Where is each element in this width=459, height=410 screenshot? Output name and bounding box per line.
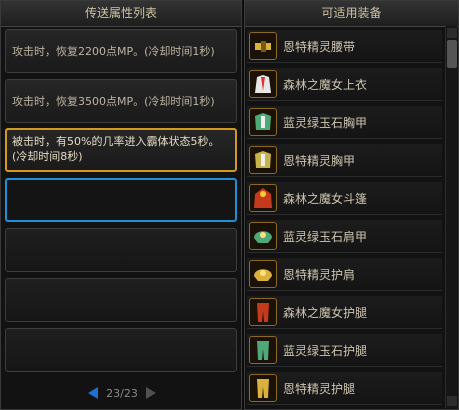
enchant-attribute-panel: 传送属性列表 攻击时，恢复2200点MP。(冷却时间1秒) 攻击时，恢复3500…: [0, 0, 242, 410]
next-page-arrow-icon[interactable]: [145, 387, 156, 399]
chest-armor-icon: [249, 108, 277, 136]
equipment-item[interactable]: 森林之魔女护腿: [247, 296, 442, 329]
equipment-item[interactable]: 恩特精灵护肩: [247, 258, 442, 291]
attribute-slot-4-focused[interactable]: [5, 178, 237, 222]
legs-icon: [249, 298, 277, 326]
attribute-text: 攻击时，恢复2200点MP。(冷却时间1秒): [12, 44, 215, 58]
attribute-text: 被击时，有50%的几率进入霸体状态5秒。(冷却时间8秒): [12, 135, 220, 163]
attribute-slot-5[interactable]: [5, 228, 237, 272]
attribute-slot-7[interactable]: [5, 328, 237, 372]
belt-icon: [249, 32, 277, 60]
equipment-item[interactable]: 恩特精灵胸甲: [247, 144, 442, 177]
scroll-up-icon[interactable]: [447, 28, 457, 38]
cloak-icon: [249, 184, 277, 212]
robe-icon: [249, 70, 277, 98]
chest-armor-icon: [249, 146, 277, 174]
scroll-thumb[interactable]: [447, 40, 457, 68]
equipment-item[interactable]: 恩特精灵护腿: [247, 372, 442, 405]
shoulder-icon: [249, 222, 277, 250]
equipment-name: 恩特精灵护肩: [283, 267, 356, 282]
shoulder-icon: [249, 260, 277, 288]
equipment-name: 恩特精灵腰带: [283, 39, 356, 54]
attribute-slot-6[interactable]: [5, 278, 237, 322]
attribute-slot-2[interactable]: 攻击时，恢复3500点MP。(冷却时间1秒): [5, 79, 237, 123]
equipment-item[interactable]: 森林之魔女上衣: [247, 68, 442, 101]
equipment-name: 蓝灵绿玉石胸甲: [283, 115, 368, 130]
equipment-name: 恩特精灵胸甲: [283, 153, 356, 168]
equipment-item[interactable]: 蓝灵绿玉石护腿: [247, 334, 442, 367]
attribute-text: 攻击时，恢复3500点MP。(冷却时间1秒): [12, 94, 215, 108]
equipment-item[interactable]: 森林之魔女斗篷: [247, 182, 442, 215]
pagination: 23/23: [1, 381, 243, 405]
page-indicator: 23/23: [106, 386, 138, 400]
equipment-name: 蓝灵绿玉石肩甲: [283, 229, 368, 244]
equipment-item[interactable]: 恩特精灵腰带: [247, 30, 442, 63]
equipment-scrollbar[interactable]: [445, 26, 457, 408]
equipment-name: 森林之魔女上衣: [283, 77, 368, 92]
equipment-name: 森林之魔女护腿: [283, 305, 368, 320]
equipment-list: 恩特精灵腰带 森林之魔女上衣 蓝灵绿玉石胸甲 恩特精灵胸甲 森林之魔女斗篷 蓝灵绿玉石肩甲…: [244, 26, 444, 410]
equipment-item[interactable]: 蓝灵绿玉石肩甲: [247, 220, 442, 253]
equipment-name: 蓝灵绿玉石护腿: [283, 343, 368, 358]
attribute-slot-1[interactable]: 攻击时，恢复2200点MP。(冷却时间1秒): [5, 29, 237, 73]
scroll-down-icon[interactable]: [447, 396, 457, 406]
equipment-name: 森林之魔女斗篷: [283, 191, 368, 206]
equipment-item[interactable]: 蓝灵绿玉石胸甲: [247, 106, 442, 139]
legs-icon: [249, 374, 277, 402]
equipment-name: 恩特精灵护腿: [283, 381, 356, 396]
legs-icon: [249, 336, 277, 364]
panel-title: 传送属性列表: [1, 1, 241, 27]
panel-title: 可适用装备: [245, 1, 458, 27]
attribute-slot-3-selected[interactable]: 被击时，有50%的几率进入霸体状态5秒。(冷却时间8秒): [5, 128, 237, 172]
prev-page-arrow-icon[interactable]: [88, 387, 99, 399]
